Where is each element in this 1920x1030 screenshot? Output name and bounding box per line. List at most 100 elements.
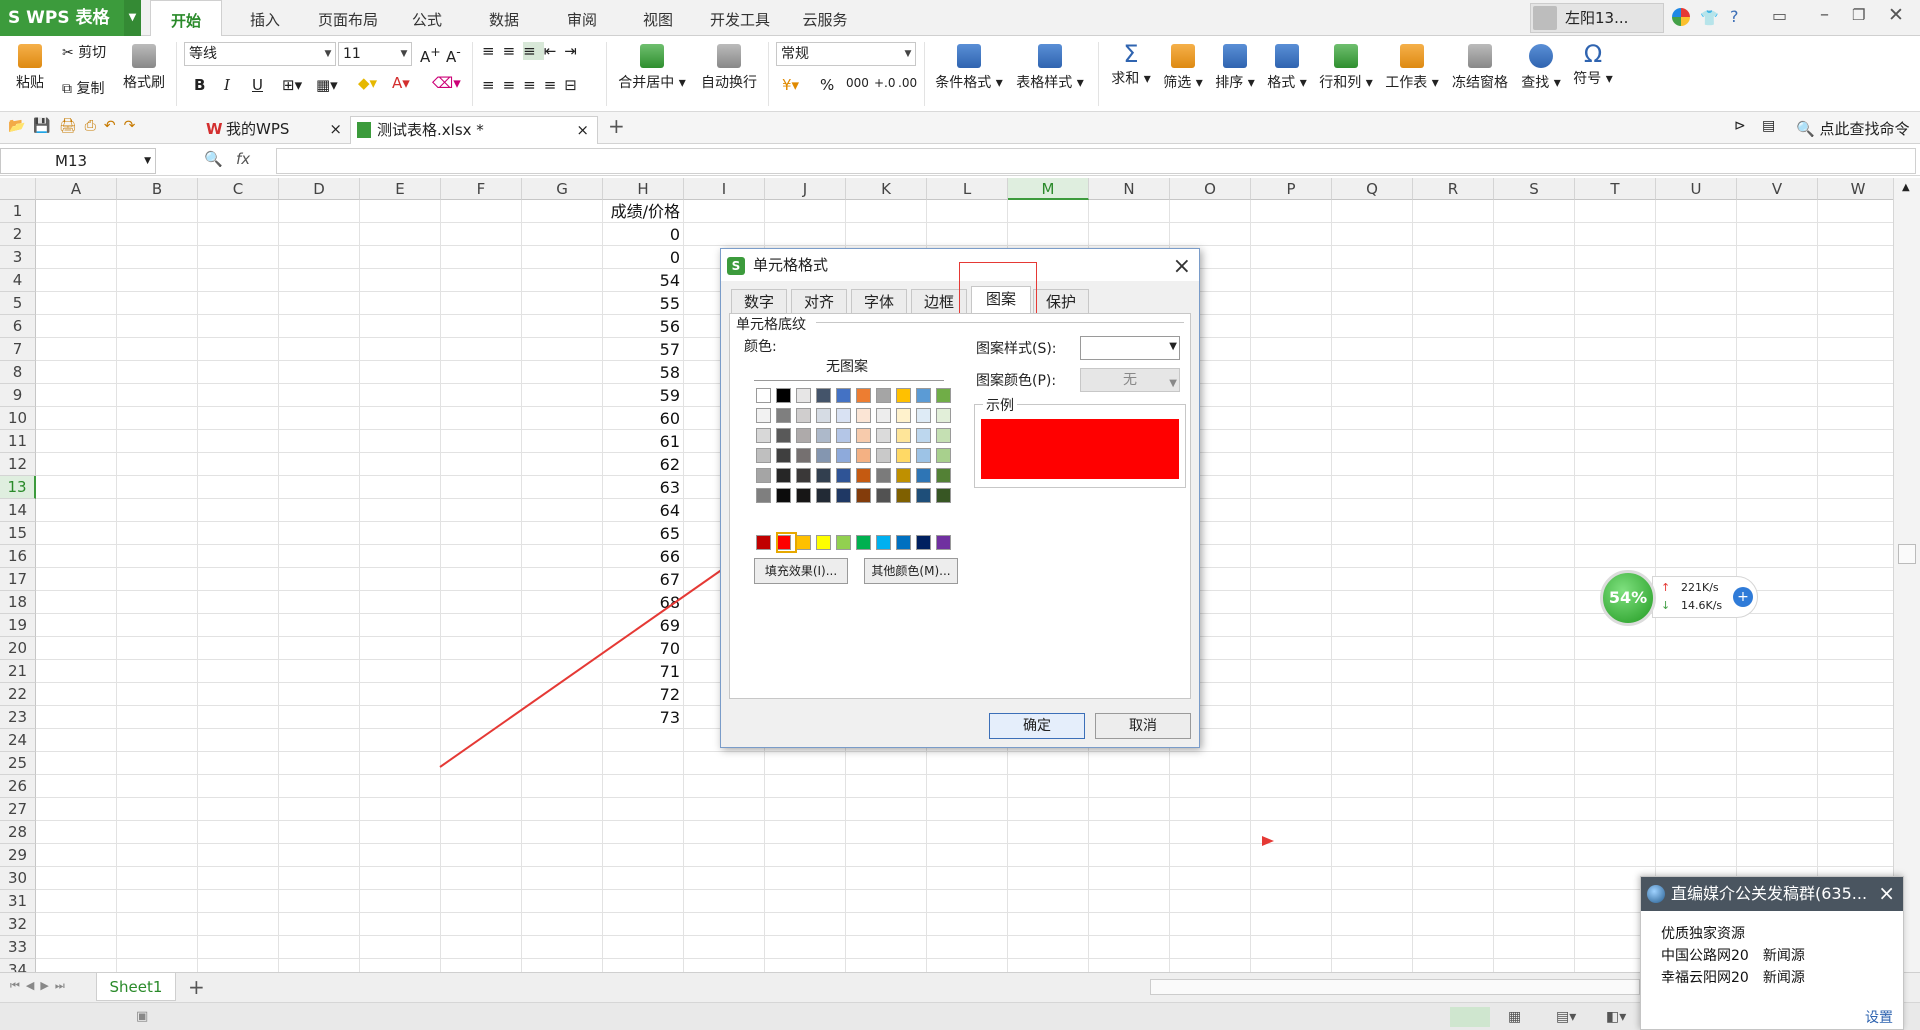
notification-line[interactable]: 中国公路网20 新闻源 [1661,945,1805,965]
color-swatch[interactable] [816,535,831,550]
close-icon[interactable]: × [1878,881,1895,905]
color-swatch[interactable] [756,428,771,443]
color-swatch[interactable] [816,428,831,443]
color-swatch[interactable] [836,488,851,503]
color-swatch[interactable] [936,468,951,483]
color-swatch[interactable] [776,488,791,503]
color-swatch[interactable] [756,448,771,463]
color-swatch[interactable] [756,468,771,483]
color-swatch[interactable] [876,468,891,483]
notification-title: 直编媒介公关发稿群(635... [1671,884,1868,903]
color-swatch[interactable] [776,408,791,423]
pattern-style-label: 图案样式(S): [976,341,1057,357]
color-swatch[interactable] [876,488,891,503]
upload-icon: ↑ [1661,581,1671,594]
color-swatch[interactable] [756,535,771,550]
color-swatch[interactable] [876,408,891,423]
pattern-style-select[interactable]: ▼ [1080,336,1180,360]
wps-sheet-icon: S [727,257,745,275]
color-swatch[interactable] [856,488,871,503]
color-swatch[interactable] [776,468,791,483]
color-swatch[interactable] [916,448,931,463]
color-swatch[interactable] [916,488,931,503]
format-cells-dialog: S 单元格格式 × 数字 对齐 字体 边框 图案 保护 单元格底纹 颜色: 无图… [720,248,1200,748]
color-swatch[interactable] [776,428,791,443]
color-swatch[interactable] [936,408,951,423]
color-swatch[interactable] [856,388,871,403]
more-colors-button[interactable]: 其他颜色(M)... [864,558,958,584]
chevron-down-icon: ▼ [1169,378,1177,389]
color-swatch[interactable] [876,428,891,443]
ok-button[interactable]: 确定 [989,713,1085,739]
color-swatch[interactable] [816,468,831,483]
network-speed-widget[interactable]: ↑ 221K/s ↓ 14.6K/s + 54% [1600,570,1760,626]
color-swatch[interactable] [796,408,811,423]
color-swatch[interactable] [856,535,871,550]
notification-line[interactable]: 幸福云阳网20 新闻源 [1661,967,1805,987]
color-swatch[interactable] [856,408,871,423]
pattern-color-label: 图案颜色(P): [976,373,1057,389]
color-swatch[interactable] [936,488,951,503]
color-swatch[interactable] [836,408,851,423]
preview-label: 示例 [983,395,1017,415]
color-swatch[interactable] [836,448,851,463]
color-swatch[interactable] [756,408,771,423]
color-swatch[interactable] [756,388,771,403]
color-swatch[interactable] [856,428,871,443]
color-swatch[interactable] [796,468,811,483]
download-speed: 14.6K/s [1681,599,1723,612]
color-swatch[interactable] [796,535,811,550]
color-swatch[interactable] [856,448,871,463]
color-swatch[interactable] [816,488,831,503]
color-swatch[interactable] [836,535,851,550]
color-swatch[interactable] [936,428,951,443]
notification-popup: 直编媒介公关发稿群(635... × 优质独家资源 中国公路网20 新闻源 幸福… [1640,876,1904,1030]
color-swatch[interactable] [816,448,831,463]
close-icon[interactable]: × [1173,251,1191,283]
color-swatch[interactable] [836,468,851,483]
color-swatch[interactable] [796,448,811,463]
color-swatch[interactable] [836,388,851,403]
color-swatch[interactable] [916,428,931,443]
color-swatch[interactable] [916,408,931,423]
color-swatch[interactable] [876,448,891,463]
color-swatch[interactable] [796,388,811,403]
dialog-tab-alignment[interactable]: 对齐 [791,289,847,313]
color-swatch[interactable] [896,448,911,463]
dialog-tab-number[interactable]: 数字 [731,289,787,313]
dialog-tab-protection[interactable]: 保护 [1033,289,1089,313]
color-swatch[interactable] [936,535,951,550]
color-swatch[interactable] [836,428,851,443]
color-swatch[interactable] [896,535,911,550]
color-swatch[interactable] [856,468,871,483]
color-swatch[interactable] [876,535,891,550]
dialog-title: 单元格格式 [753,256,829,274]
memory-usage-ball[interactable]: 54% [1600,570,1656,626]
color-swatch[interactable] [916,388,931,403]
color-swatch[interactable] [796,428,811,443]
no-pattern-option[interactable]: 无图案 [826,356,868,376]
color-swatch[interactable] [776,388,791,403]
color-swatch[interactable] [896,488,911,503]
notification-line[interactable]: 优质独家资源 [1661,923,1745,943]
color-swatch[interactable] [876,388,891,403]
color-swatch[interactable] [936,448,951,463]
color-swatch[interactable] [916,535,931,550]
color-swatch[interactable] [816,388,831,403]
color-swatch[interactable] [916,468,931,483]
add-icon[interactable]: + [1733,587,1753,607]
settings-link[interactable]: 设置 [1865,1007,1893,1027]
color-swatch[interactable] [796,488,811,503]
cancel-button[interactable]: 取消 [1095,713,1191,739]
color-swatch[interactable] [936,388,951,403]
color-swatch[interactable] [756,488,771,503]
notification-header: 直编媒介公关发稿群(635... [1641,877,1903,911]
color-swatch[interactable] [776,448,791,463]
color-swatch[interactable] [816,408,831,423]
color-swatch[interactable] [896,468,911,483]
color-swatch[interactable] [896,408,911,423]
color-swatch[interactable] [896,388,911,403]
fill-effects-button[interactable]: 填充效果(I)... [754,558,848,584]
dialog-tab-font[interactable]: 字体 [851,289,907,313]
color-swatch[interactable] [896,428,911,443]
